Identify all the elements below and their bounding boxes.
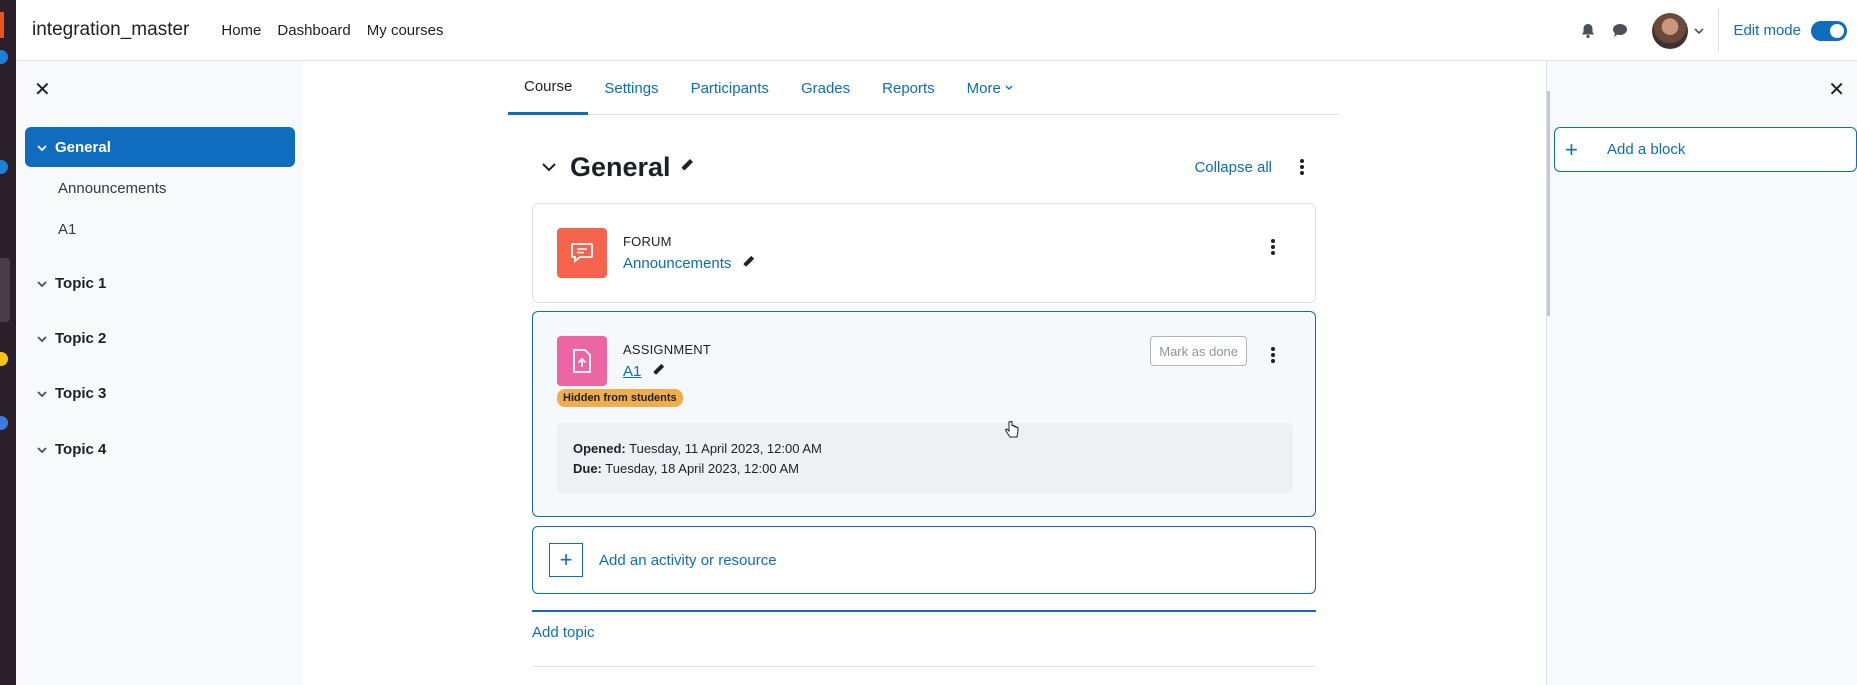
- chevron-down-icon[interactable]: [29, 330, 55, 347]
- primary-navigation: Home Dashboard My courses: [221, 22, 443, 39]
- edit-mode-label: Edit mode: [1733, 22, 1801, 39]
- chevron-down-icon[interactable]: [29, 441, 55, 458]
- course-secondary-navigation: Course Settings Participants Grades Repo…: [508, 61, 1340, 115]
- section-label: Topic 2: [55, 329, 107, 347]
- course-index-drawer: ✕ General Announcements A1 Topic 1 Topic…: [16, 61, 302, 685]
- chevron-down-icon[interactable]: [29, 385, 55, 402]
- nav-dashboard[interactable]: Dashboard: [277, 22, 350, 39]
- add-topic-link[interactable]: Add topic: [532, 624, 595, 641]
- section-divider: [532, 610, 1316, 612]
- section-label: Topic 1: [55, 274, 107, 292]
- pencil-icon[interactable]: [741, 254, 756, 273]
- chevron-down-icon[interactable]: [29, 139, 55, 156]
- tab-reports[interactable]: Reports: [866, 61, 951, 115]
- site-name[interactable]: integration_master: [32, 19, 189, 41]
- dock-app-icon[interactable]: [0, 416, 8, 430]
- activity-name-link[interactable]: A1: [623, 362, 666, 381]
- tab-course[interactable]: Course: [508, 61, 589, 115]
- section-actions-kebab-icon[interactable]: [1300, 159, 1304, 175]
- chat-bubble-icon[interactable]: [1606, 17, 1634, 45]
- top-navbar: integration_master Home Dashboard My cou…: [16, 0, 1857, 61]
- block-drawer: ✕ + Add a block: [1546, 61, 1857, 685]
- course-index-section-topic-3[interactable]: Topic 3: [25, 373, 295, 413]
- section-header: General Collapse all: [532, 145, 1316, 189]
- add-block-button[interactable]: + Add a block: [1554, 127, 1857, 172]
- edit-mode-toggle[interactable]: [1811, 20, 1847, 41]
- hand-cursor-icon: [1005, 420, 1019, 443]
- close-icon[interactable]: ✕: [1828, 77, 1845, 102]
- due-date-row: Due: Tuesday, 18 April 2023, 12:00 AM: [573, 459, 1277, 479]
- collapse-all-link[interactable]: Collapse all: [1194, 159, 1272, 176]
- activity-name[interactable]: Announcements: [623, 255, 731, 272]
- chevron-down-icon[interactable]: [29, 275, 55, 292]
- pencil-icon[interactable]: [651, 362, 666, 381]
- section-title: General: [570, 151, 671, 182]
- activity-type-label: FORUM: [623, 234, 672, 249]
- section-divider: [532, 666, 1316, 667]
- tab-settings[interactable]: Settings: [588, 61, 674, 115]
- avatar[interactable]: [1652, 12, 1689, 49]
- dock-active-app[interactable]: [0, 258, 10, 322]
- activity-name[interactable]: A1: [623, 363, 641, 380]
- nav-my-courses[interactable]: My courses: [367, 22, 444, 39]
- dock-app-icon[interactable]: [0, 160, 8, 174]
- tab-participants[interactable]: Participants: [675, 61, 785, 115]
- chevron-down-icon: [1005, 85, 1013, 90]
- mark-as-done-button[interactable]: Mark as done: [1150, 336, 1247, 366]
- scrollbar[interactable]: [1547, 91, 1550, 316]
- pencil-icon[interactable]: [679, 157, 695, 177]
- assignment-icon: [557, 336, 607, 386]
- activity-dates: Opened: Tuesday, 11 April 2023, 12:00 AM…: [557, 423, 1293, 493]
- due-date: Tuesday, 18 April 2023, 12:00 AM: [605, 461, 799, 476]
- course-index-section-topic-4[interactable]: Topic 4: [25, 429, 295, 469]
- activity-actions-kebab-icon[interactable]: [1271, 239, 1275, 255]
- activity-name-link[interactable]: Announcements: [623, 254, 756, 273]
- opened-date-row: Opened: Tuesday, 11 April 2023, 12:00 AM: [573, 439, 1277, 459]
- tab-grades[interactable]: Grades: [785, 61, 866, 115]
- add-activity-button[interactable]: + Add an activity or resource: [532, 526, 1316, 594]
- opened-date: Tuesday, 11 April 2023, 12:00 AM: [629, 441, 822, 456]
- hidden-from-students-badge: Hidden from students: [557, 389, 683, 407]
- tab-more-label: More: [966, 79, 1001, 97]
- plus-icon: +: [1565, 136, 1578, 162]
- forum-icon: [557, 228, 607, 278]
- opened-label: Opened:: [573, 441, 626, 456]
- course-index-section-topic-1[interactable]: Topic 1: [25, 263, 295, 303]
- due-label: Due:: [573, 461, 602, 476]
- dock-active-indicator: [0, 12, 4, 38]
- navbar-user-area: Edit mode: [1574, 0, 1857, 61]
- chevron-down-icon[interactable]: [542, 159, 556, 176]
- course-index-section-topic-2[interactable]: Topic 2: [25, 318, 295, 358]
- dock-app-icon[interactable]: [0, 50, 8, 64]
- activity-card-assignment: ASSIGNMENT A1 Mark as done Hidden from s…: [532, 311, 1316, 517]
- course-index-section-general[interactable]: General: [25, 127, 295, 167]
- section-label: General: [55, 138, 111, 156]
- main-content: Course Settings Participants Grades Repo…: [302, 61, 1546, 685]
- activity-actions-kebab-icon[interactable]: [1271, 347, 1275, 363]
- nav-home[interactable]: Home: [221, 22, 261, 39]
- chevron-down-icon[interactable]: [1694, 22, 1705, 39]
- add-activity-label: Add an activity or resource: [599, 551, 777, 569]
- close-icon[interactable]: ✕: [34, 77, 51, 102]
- navbar-divider: [1718, 8, 1720, 53]
- section-label: Topic 4: [55, 440, 107, 458]
- os-dock-strip: [0, 0, 16, 685]
- add-block-label: Add a block: [1607, 141, 1686, 158]
- course-index-item-announcements[interactable]: Announcements: [58, 180, 166, 197]
- bell-icon[interactable]: [1574, 17, 1602, 45]
- activity-type-label: ASSIGNMENT: [623, 342, 711, 357]
- tab-more[interactable]: More: [951, 61, 1029, 115]
- dock-app-icon[interactable]: [0, 352, 8, 366]
- section-label: Topic 3: [55, 384, 107, 402]
- plus-icon: +: [549, 543, 583, 577]
- activity-card-forum: FORUM Announcements: [532, 203, 1316, 303]
- course-index-item-a1[interactable]: A1: [58, 221, 76, 238]
